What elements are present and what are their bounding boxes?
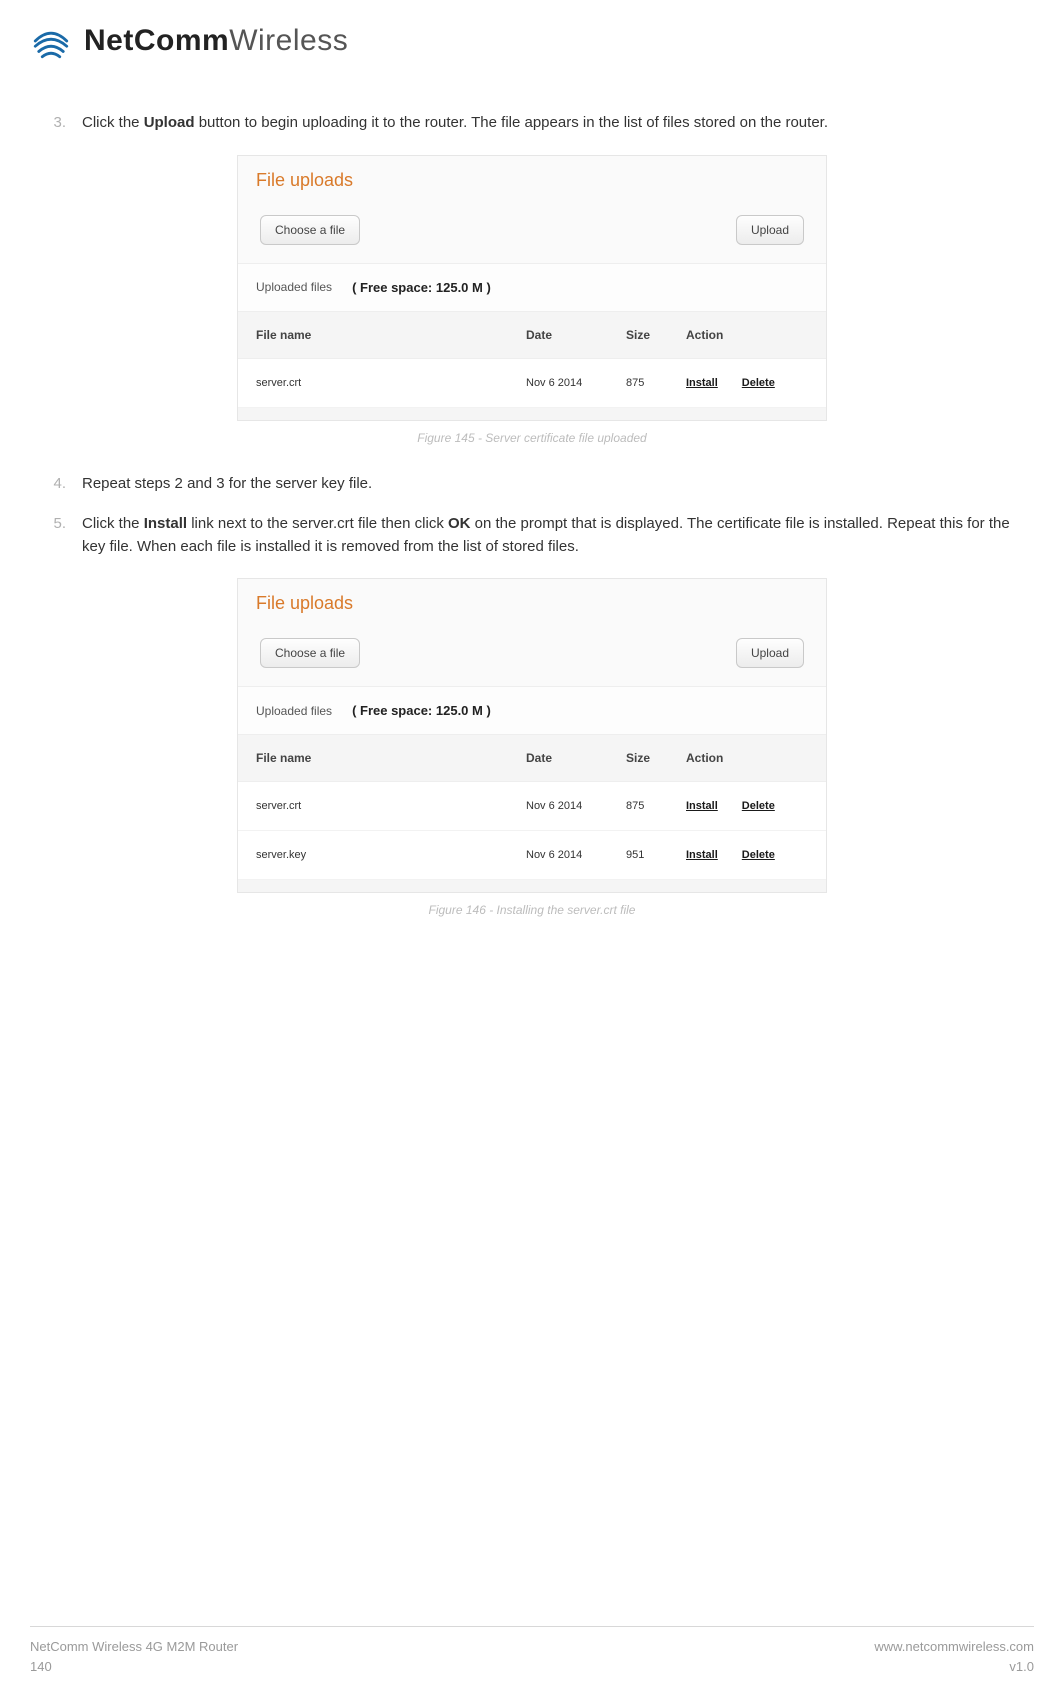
upload-button[interactable]: Upload [736,215,804,245]
delete-link[interactable]: Delete [742,849,775,861]
step-text: Click the Install link next to the serve… [82,513,1034,558]
upload-button[interactable]: Upload [736,638,804,668]
cell-file-name: server.crt [256,800,526,812]
step-4: 4. Repeat steps 2 and 3 for the server k… [48,473,1034,496]
step-text: Click the Upload button to begin uploadi… [82,112,1034,135]
uploaded-files-label: Uploaded files [256,704,332,718]
brand-light: Wireless [229,24,348,57]
col-date: Date [526,328,626,342]
install-link[interactable]: Install [686,377,718,389]
step-text: Repeat steps 2 and 3 for the server key … [82,473,1034,496]
footer-url: www.netcommwireless.com [874,1637,1034,1657]
col-file-name: File name [256,328,526,342]
figure-caption: Figure 146 - Installing the server.crt f… [237,903,827,917]
free-space: ( Free space: 125.0 M ) [352,280,491,295]
step-3: 3. Click the Upload button to begin uplo… [48,112,1034,135]
choose-file-button[interactable]: Choose a file [260,215,360,245]
table-row: server.crt Nov 6 2014 875 Install Delete [238,359,826,408]
table-row: server.key Nov 6 2014 951 Install Delete [238,831,826,880]
brand-text: NetCommWireless [84,24,348,58]
col-action: Action [686,751,808,765]
cell-size: 951 [626,849,686,861]
panel-title: File uploads [238,156,826,205]
panel-title: File uploads [238,579,826,628]
col-size: Size [626,328,686,342]
step-number: 3. [48,112,66,135]
install-link[interactable]: Install [686,849,718,861]
free-space: ( Free space: 125.0 M ) [352,703,491,718]
table-header: File name Date Size Action [238,735,826,782]
col-action: Action [686,328,808,342]
delete-link[interactable]: Delete [742,377,775,389]
step-number: 5. [48,513,66,558]
footer-version: v1.0 [874,1657,1034,1677]
panel-footer [238,880,826,892]
col-file-name: File name [256,751,526,765]
footer-product: NetComm Wireless 4G M2M Router [30,1637,238,1657]
col-size: Size [626,751,686,765]
page-header: NetCommWireless [30,20,1034,62]
figure-caption: Figure 145 - Server certificate file upl… [237,431,827,445]
col-date: Date [526,751,626,765]
cell-file-name: server.crt [256,377,526,389]
cell-date: Nov 6 2014 [526,377,626,389]
footer-page-number: 140 [30,1657,238,1677]
install-link[interactable]: Install [686,800,718,812]
table-row: server.crt Nov 6 2014 875 Install Delete [238,782,826,831]
delete-link[interactable]: Delete [742,800,775,812]
cell-date: Nov 6 2014 [526,849,626,861]
file-uploads-panel-2: File uploads Choose a file Upload Upload… [237,578,827,893]
step-5: 5. Click the Install link next to the se… [48,513,1034,558]
choose-file-button[interactable]: Choose a file [260,638,360,668]
panel-footer [238,408,826,420]
step-number: 4. [48,473,66,496]
brand-logo-icon [30,20,72,62]
table-header: File name Date Size Action [238,312,826,359]
cell-size: 875 [626,800,686,812]
brand-bold: NetComm [84,24,229,57]
uploaded-files-label: Uploaded files [256,280,332,294]
cell-file-name: server.key [256,849,526,861]
file-uploads-panel-1: File uploads Choose a file Upload Upload… [237,155,827,421]
cell-date: Nov 6 2014 [526,800,626,812]
page-footer: NetComm Wireless 4G M2M Router 140 www.n… [30,1626,1034,1676]
cell-size: 875 [626,377,686,389]
